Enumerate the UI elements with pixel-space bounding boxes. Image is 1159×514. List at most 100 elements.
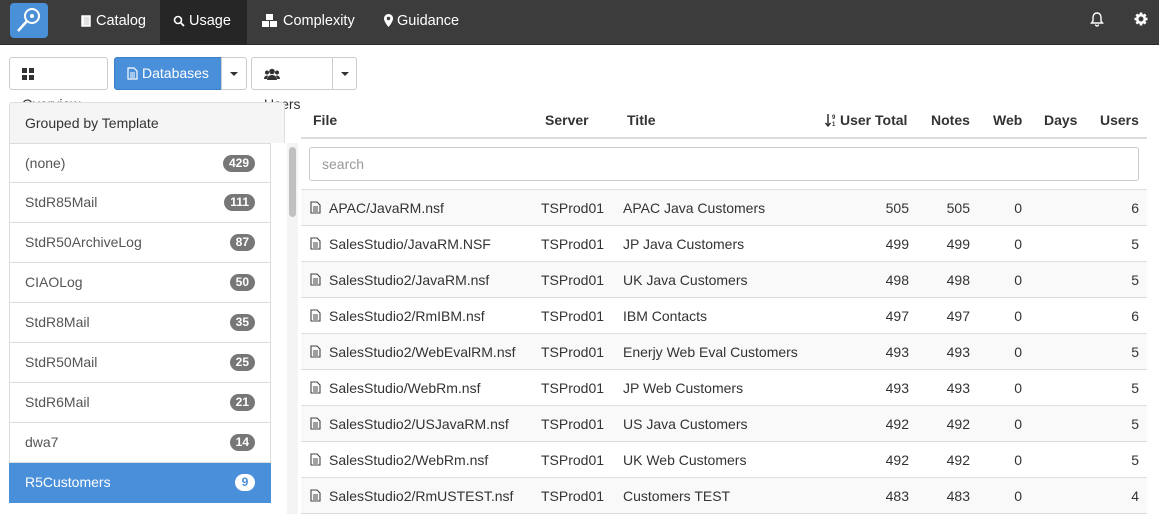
table-row[interactable]: APAC/JavaRM.nsf TSProd01 APAC Java Custome… bbox=[301, 190, 1147, 226]
col-users[interactable]: Users bbox=[1100, 112, 1139, 128]
col-file[interactable]: File bbox=[313, 112, 337, 128]
cell-user-total: 499 bbox=[885, 236, 909, 252]
sort-numeric-desc-icon: 91 bbox=[824, 114, 836, 128]
nav-usage[interactable]: Usage bbox=[160, 0, 247, 45]
cell-server: TSProd01 bbox=[541, 380, 605, 396]
cell-user-total: 497 bbox=[885, 308, 909, 324]
count-badge: 25 bbox=[229, 354, 255, 371]
template-group-item[interactable]: (none) 429 bbox=[9, 143, 271, 183]
table-row[interactable]: SalesStudio2/JavaRM.nsf TSProd01 UK Java C… bbox=[301, 262, 1147, 298]
table-row[interactable]: SalesStudio2/RmIBM.nsf TSProd01 IBM Contac… bbox=[301, 298, 1147, 334]
settings-button[interactable] bbox=[1134, 12, 1148, 29]
book-icon bbox=[81, 15, 91, 27]
cell-web: 0 bbox=[1014, 344, 1022, 360]
template-group-item[interactable]: R5Customers 9 bbox=[9, 463, 271, 503]
cell-users: 5 bbox=[1131, 272, 1139, 288]
template-group-item[interactable]: StdR50Mail 25 bbox=[9, 343, 271, 383]
col-user-total[interactable]: 9 1 User Total bbox=[824, 112, 907, 128]
databases-button[interactable]: Databases bbox=[114, 57, 222, 90]
list-scrollbar-thumb[interactable] bbox=[289, 147, 296, 217]
table-row[interactable]: SalesStudio2/RmUSTEST.nsf TSProd01 Custome… bbox=[301, 478, 1147, 514]
count-badge: 50 bbox=[229, 274, 255, 291]
count-badge: 87 bbox=[229, 234, 255, 251]
cell-users: 6 bbox=[1131, 308, 1139, 324]
cell-web: 0 bbox=[1014, 380, 1022, 396]
template-group-item[interactable]: StdR50ArchiveLog 87 bbox=[9, 223, 271, 263]
table-row[interactable]: SalesStudio/WebRm.nsf TSProd01 JP Web Cust… bbox=[301, 370, 1147, 406]
template-group-label: (none) bbox=[25, 155, 66, 171]
nav-complexity[interactable]: Complexity bbox=[248, 0, 368, 45]
col-notes[interactable]: Notes bbox=[931, 112, 970, 128]
table-row[interactable]: SalesStudio2/USJavaRM.nsf TSProd01 US Java… bbox=[301, 406, 1147, 442]
overview-button[interactable]: Overview bbox=[9, 57, 108, 112]
cell-title: Enerjy Web Eval Customers bbox=[623, 344, 798, 360]
cell-users: 5 bbox=[1131, 380, 1139, 396]
file-icon bbox=[310, 309, 321, 322]
cell-file[interactable]: SalesStudio2/WebRm.nsf bbox=[329, 452, 488, 468]
cell-file[interactable]: SalesStudio/WebRm.nsf bbox=[329, 380, 480, 396]
cell-notes: 505 bbox=[946, 200, 970, 216]
col-days[interactable]: Days bbox=[1044, 112, 1077, 128]
file-icon bbox=[310, 345, 321, 358]
cell-file[interactable]: SalesStudio/JavaRM.NSF bbox=[329, 236, 491, 252]
cell-file[interactable]: SalesStudio2/RmIBM.nsf bbox=[329, 308, 485, 324]
cell-server: TSProd01 bbox=[541, 452, 605, 468]
table-row[interactable]: SalesStudio/JavaRM.NSF TSProd01 JP Java Cu… bbox=[301, 226, 1147, 262]
top-navbar: Catalog Usage Complexity Guidance bbox=[0, 0, 1159, 45]
file-icon bbox=[310, 417, 321, 430]
cell-users: 5 bbox=[1131, 416, 1139, 432]
cell-file[interactable]: SalesStudio2/WebEvalRM.nsf bbox=[329, 344, 516, 360]
cell-title: US Java Customers bbox=[623, 416, 748, 432]
col-title[interactable]: Title bbox=[627, 112, 656, 128]
map-marker-icon bbox=[384, 14, 393, 27]
cell-file[interactable]: SalesStudio2/JavaRM.nsf bbox=[329, 272, 489, 288]
template-group-item[interactable]: StdR6Mail 21 bbox=[9, 383, 271, 423]
cell-file[interactable]: APAC/JavaRM.nsf bbox=[329, 200, 444, 216]
count-badge: 14 bbox=[229, 434, 255, 451]
template-group-item[interactable]: dwa7 14 bbox=[9, 423, 271, 463]
cell-user-total: 493 bbox=[885, 380, 909, 396]
cell-user-total: 492 bbox=[885, 452, 909, 468]
cell-title: JP Java Customers bbox=[623, 236, 745, 252]
col-web[interactable]: Web bbox=[993, 112, 1022, 128]
chevron-down-icon bbox=[341, 72, 349, 76]
cubes-icon bbox=[262, 14, 277, 27]
nav-catalog[interactable]: Catalog bbox=[67, 0, 159, 45]
databases-dropdown-toggle[interactable] bbox=[221, 57, 247, 90]
table-row[interactable]: SalesStudio2/WebEvalRM.nsf TSProd01 Enerjy… bbox=[301, 334, 1147, 370]
users-button[interactable]: Users bbox=[251, 57, 333, 112]
cell-web: 0 bbox=[1014, 488, 1022, 504]
col-server[interactable]: Server bbox=[545, 112, 589, 128]
nav-usage-label: Usage bbox=[189, 13, 231, 29]
cell-notes: 492 bbox=[946, 416, 970, 432]
cell-title: Customers TEST bbox=[623, 488, 731, 504]
template-group-item[interactable]: CIAOLog 50 bbox=[9, 263, 271, 303]
file-icon bbox=[310, 489, 321, 502]
nav-complexity-label: Complexity bbox=[283, 13, 355, 29]
cell-file[interactable]: SalesStudio2/RmUSTEST.nsf bbox=[329, 488, 513, 504]
grid-icon bbox=[22, 68, 34, 80]
cell-users: 5 bbox=[1131, 344, 1139, 360]
cell-web: 0 bbox=[1014, 452, 1022, 468]
nav-guidance[interactable]: Guidance bbox=[371, 0, 472, 45]
table-row[interactable]: SalesStudio2/WebRm.nsf TSProd01 UK Web Cus… bbox=[301, 442, 1147, 478]
search-input[interactable] bbox=[309, 147, 1139, 181]
magnifier-logo-icon bbox=[17, 8, 40, 32]
cell-title: APAC Java Customers bbox=[623, 200, 766, 216]
cell-title: UK Java Customers bbox=[623, 272, 748, 288]
notifications-button[interactable] bbox=[1090, 12, 1104, 30]
users-dropdown-toggle[interactable] bbox=[332, 57, 357, 90]
count-badge: 35 bbox=[229, 314, 255, 331]
template-group-item[interactable]: StdR85Mail 111 bbox=[9, 183, 271, 223]
cell-notes: 492 bbox=[946, 452, 970, 468]
cell-server: TSProd01 bbox=[541, 236, 605, 252]
template-group-label: StdR50ArchiveLog bbox=[25, 234, 142, 250]
cell-server: TSProd01 bbox=[541, 200, 605, 216]
cell-file[interactable]: SalesStudio2/USJavaRM.nsf bbox=[329, 416, 509, 432]
users-icon bbox=[264, 68, 280, 80]
app-logo[interactable] bbox=[10, 3, 48, 38]
cell-notes: 498 bbox=[946, 272, 970, 288]
template-group-item[interactable]: StdR8Mail 35 bbox=[9, 303, 271, 343]
cell-users: 6 bbox=[1131, 200, 1139, 216]
svg-text:1: 1 bbox=[832, 122, 836, 127]
